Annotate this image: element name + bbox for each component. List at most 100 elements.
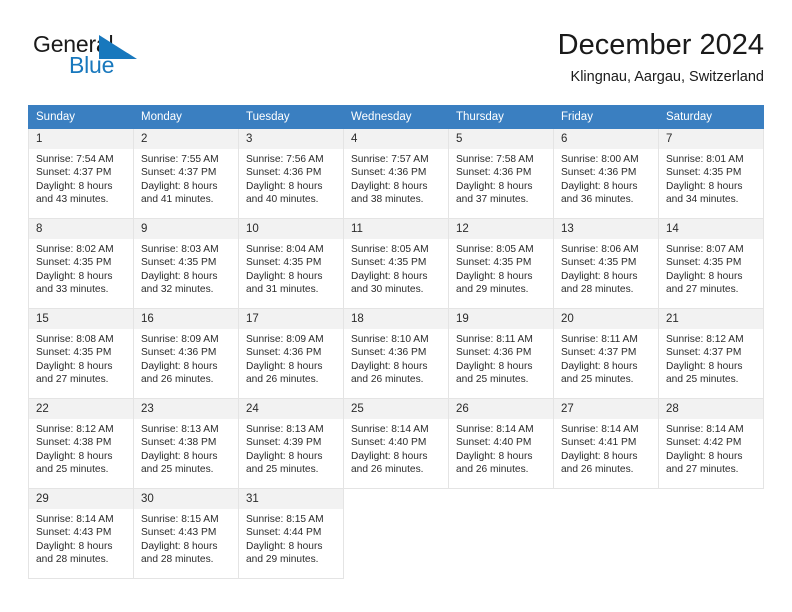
daylight-text-line1: Daylight: 8 hours bbox=[666, 180, 743, 192]
day-details: Sunrise: 8:12 AM Sunset: 4:37 PM Dayligh… bbox=[659, 329, 763, 387]
day-number: 22 bbox=[29, 399, 133, 419]
sunrise-text: Sunrise: 7:57 AM bbox=[351, 154, 429, 165]
day-details: Sunrise: 7:58 AM Sunset: 4:36 PM Dayligh… bbox=[449, 149, 553, 207]
day-cell[interactable]: 1 Sunrise: 7:54 AM Sunset: 4:37 PM Dayli… bbox=[28, 128, 134, 219]
daylight-text-line1: Daylight: 8 hours bbox=[141, 540, 218, 552]
day-details: Sunrise: 8:10 AM Sunset: 4:36 PM Dayligh… bbox=[344, 329, 448, 387]
day-cell[interactable]: 24 Sunrise: 8:13 AM Sunset: 4:39 PM Dayl… bbox=[238, 398, 344, 489]
title-block: December 2024 Klingnau, Aargau, Switzerl… bbox=[284, 26, 764, 88]
day-cell[interactable]: 8 Sunrise: 8:02 AM Sunset: 4:35 PM Dayli… bbox=[28, 218, 134, 309]
page-title: December 2024 bbox=[557, 29, 764, 61]
sunset-text: Sunset: 4:35 PM bbox=[561, 257, 637, 269]
day-details: Sunrise: 7:54 AM Sunset: 4:37 PM Dayligh… bbox=[29, 149, 133, 207]
day-cell-empty bbox=[553, 488, 659, 579]
sunrise-text: Sunrise: 8:14 AM bbox=[561, 424, 639, 435]
sunrise-text: Sunrise: 8:04 AM bbox=[246, 244, 324, 255]
day-cell[interactable]: 7 Sunrise: 8:01 AM Sunset: 4:35 PM Dayli… bbox=[658, 128, 764, 219]
daylight-text-line2: and 25 minutes. bbox=[666, 374, 739, 386]
day-cell[interactable]: 17 Sunrise: 8:09 AM Sunset: 4:36 PM Dayl… bbox=[238, 308, 344, 399]
sunrise-text: Sunrise: 8:09 AM bbox=[141, 334, 219, 345]
day-cell[interactable]: 15 Sunrise: 8:08 AM Sunset: 4:35 PM Dayl… bbox=[28, 308, 134, 399]
day-number: 18 bbox=[344, 309, 448, 329]
day-cell[interactable]: 9 Sunrise: 8:03 AM Sunset: 4:35 PM Dayli… bbox=[133, 218, 239, 309]
daylight-text-line2: and 25 minutes. bbox=[141, 464, 214, 476]
day-cell[interactable]: 30 Sunrise: 8:15 AM Sunset: 4:43 PM Dayl… bbox=[133, 488, 239, 579]
weekday-header-monday: Monday bbox=[133, 105, 239, 129]
day-details: Sunrise: 8:06 AM Sunset: 4:35 PM Dayligh… bbox=[554, 239, 658, 297]
day-cell[interactable]: 18 Sunrise: 8:10 AM Sunset: 4:36 PM Dayl… bbox=[343, 308, 449, 399]
daylight-text-line2: and 25 minutes. bbox=[246, 464, 319, 476]
day-cell[interactable]: 10 Sunrise: 8:04 AM Sunset: 4:35 PM Dayl… bbox=[238, 218, 344, 309]
day-number: 10 bbox=[239, 219, 343, 239]
day-cell-empty bbox=[448, 488, 554, 579]
daylight-text-line2: and 38 minutes. bbox=[351, 194, 424, 206]
day-cell[interactable]: 19 Sunrise: 8:11 AM Sunset: 4:36 PM Dayl… bbox=[448, 308, 554, 399]
day-number: 11 bbox=[344, 219, 448, 239]
day-cell[interactable]: 2 Sunrise: 7:55 AM Sunset: 4:37 PM Dayli… bbox=[133, 128, 239, 219]
day-cell[interactable]: 31 Sunrise: 8:15 AM Sunset: 4:44 PM Dayl… bbox=[238, 488, 344, 579]
day-details: Sunrise: 8:14 AM Sunset: 4:42 PM Dayligh… bbox=[659, 419, 763, 477]
day-cell[interactable]: 12 Sunrise: 8:05 AM Sunset: 4:35 PM Dayl… bbox=[448, 218, 554, 309]
daylight-text-line2: and 43 minutes. bbox=[36, 194, 109, 206]
day-details: Sunrise: 8:14 AM Sunset: 4:43 PM Dayligh… bbox=[29, 509, 133, 567]
sunset-text: Sunset: 4:43 PM bbox=[36, 527, 112, 539]
day-cell[interactable]: 28 Sunrise: 8:14 AM Sunset: 4:42 PM Dayl… bbox=[658, 398, 764, 489]
day-cell[interactable]: 25 Sunrise: 8:14 AM Sunset: 4:40 PM Dayl… bbox=[343, 398, 449, 489]
day-details: Sunrise: 7:56 AM Sunset: 4:36 PM Dayligh… bbox=[239, 149, 343, 207]
daylight-text-line1: Daylight: 8 hours bbox=[246, 180, 323, 192]
day-number: 16 bbox=[134, 309, 238, 329]
day-details: Sunrise: 8:05 AM Sunset: 4:35 PM Dayligh… bbox=[449, 239, 553, 297]
weekday-header-friday: Friday bbox=[553, 105, 659, 129]
sunset-text: Sunset: 4:40 PM bbox=[456, 437, 532, 449]
day-cell[interactable]: 22 Sunrise: 8:12 AM Sunset: 4:38 PM Dayl… bbox=[28, 398, 134, 489]
daylight-text-line1: Daylight: 8 hours bbox=[456, 270, 533, 282]
sunset-text: Sunset: 4:43 PM bbox=[141, 527, 217, 539]
sunset-text: Sunset: 4:35 PM bbox=[36, 257, 112, 269]
day-number: 24 bbox=[239, 399, 343, 419]
daylight-text-line2: and 26 minutes. bbox=[141, 374, 214, 386]
day-cell[interactable]: 4 Sunrise: 7:57 AM Sunset: 4:36 PM Dayli… bbox=[343, 128, 449, 219]
page-header: General Blue December 2024 Klingnau, Aar… bbox=[28, 26, 764, 98]
daylight-text-line1: Daylight: 8 hours bbox=[351, 450, 428, 462]
day-details: Sunrise: 8:11 AM Sunset: 4:36 PM Dayligh… bbox=[449, 329, 553, 387]
day-number: 3 bbox=[239, 129, 343, 149]
day-cell[interactable]: 13 Sunrise: 8:06 AM Sunset: 4:35 PM Dayl… bbox=[553, 218, 659, 309]
day-number: 2 bbox=[134, 129, 238, 149]
day-cell[interactable]: 11 Sunrise: 8:05 AM Sunset: 4:35 PM Dayl… bbox=[343, 218, 449, 309]
day-number: 19 bbox=[449, 309, 553, 329]
day-cell[interactable]: 5 Sunrise: 7:58 AM Sunset: 4:36 PM Dayli… bbox=[448, 128, 554, 219]
day-details: Sunrise: 8:13 AM Sunset: 4:38 PM Dayligh… bbox=[134, 419, 238, 477]
daylight-text-line2: and 28 minutes. bbox=[36, 554, 109, 566]
sunset-text: Sunset: 4:42 PM bbox=[666, 437, 742, 449]
brand-logo[interactable]: General Blue bbox=[33, 32, 233, 90]
daylight-text-line1: Daylight: 8 hours bbox=[561, 450, 638, 462]
daylight-text-line1: Daylight: 8 hours bbox=[666, 270, 743, 282]
daylight-text-line1: Daylight: 8 hours bbox=[246, 360, 323, 372]
daylight-text-line2: and 27 minutes. bbox=[36, 374, 109, 386]
day-number: 1 bbox=[29, 129, 133, 149]
sunrise-text: Sunrise: 8:14 AM bbox=[351, 424, 429, 435]
day-cell[interactable]: 20 Sunrise: 8:11 AM Sunset: 4:37 PM Dayl… bbox=[553, 308, 659, 399]
weekday-header-thursday: Thursday bbox=[448, 105, 554, 129]
day-cell[interactable]: 27 Sunrise: 8:14 AM Sunset: 4:41 PM Dayl… bbox=[553, 398, 659, 489]
day-cell[interactable]: 23 Sunrise: 8:13 AM Sunset: 4:38 PM Dayl… bbox=[133, 398, 239, 489]
day-cell[interactable]: 14 Sunrise: 8:07 AM Sunset: 4:35 PM Dayl… bbox=[658, 218, 764, 309]
day-details: Sunrise: 8:05 AM Sunset: 4:35 PM Dayligh… bbox=[344, 239, 448, 297]
day-cell[interactable]: 26 Sunrise: 8:14 AM Sunset: 4:40 PM Dayl… bbox=[448, 398, 554, 489]
day-cell[interactable]: 29 Sunrise: 8:14 AM Sunset: 4:43 PM Dayl… bbox=[28, 488, 134, 579]
day-cell-empty bbox=[343, 488, 449, 579]
daylight-text-line1: Daylight: 8 hours bbox=[141, 450, 218, 462]
day-cell[interactable]: 21 Sunrise: 8:12 AM Sunset: 4:37 PM Dayl… bbox=[658, 308, 764, 399]
day-details: Sunrise: 8:09 AM Sunset: 4:36 PM Dayligh… bbox=[239, 329, 343, 387]
sunrise-text: Sunrise: 8:10 AM bbox=[351, 334, 429, 345]
daylight-text-line1: Daylight: 8 hours bbox=[456, 450, 533, 462]
weekday-header-wednesday: Wednesday bbox=[343, 105, 449, 129]
day-cell[interactable]: 3 Sunrise: 7:56 AM Sunset: 4:36 PM Dayli… bbox=[238, 128, 344, 219]
day-cell[interactable]: 6 Sunrise: 8:00 AM Sunset: 4:36 PM Dayli… bbox=[553, 128, 659, 219]
sunset-text: Sunset: 4:36 PM bbox=[141, 347, 217, 359]
sunset-text: Sunset: 4:36 PM bbox=[351, 347, 427, 359]
day-number: 15 bbox=[29, 309, 133, 329]
sunset-text: Sunset: 4:35 PM bbox=[36, 347, 112, 359]
day-details: Sunrise: 8:14 AM Sunset: 4:40 PM Dayligh… bbox=[344, 419, 448, 477]
day-cell[interactable]: 16 Sunrise: 8:09 AM Sunset: 4:36 PM Dayl… bbox=[133, 308, 239, 399]
